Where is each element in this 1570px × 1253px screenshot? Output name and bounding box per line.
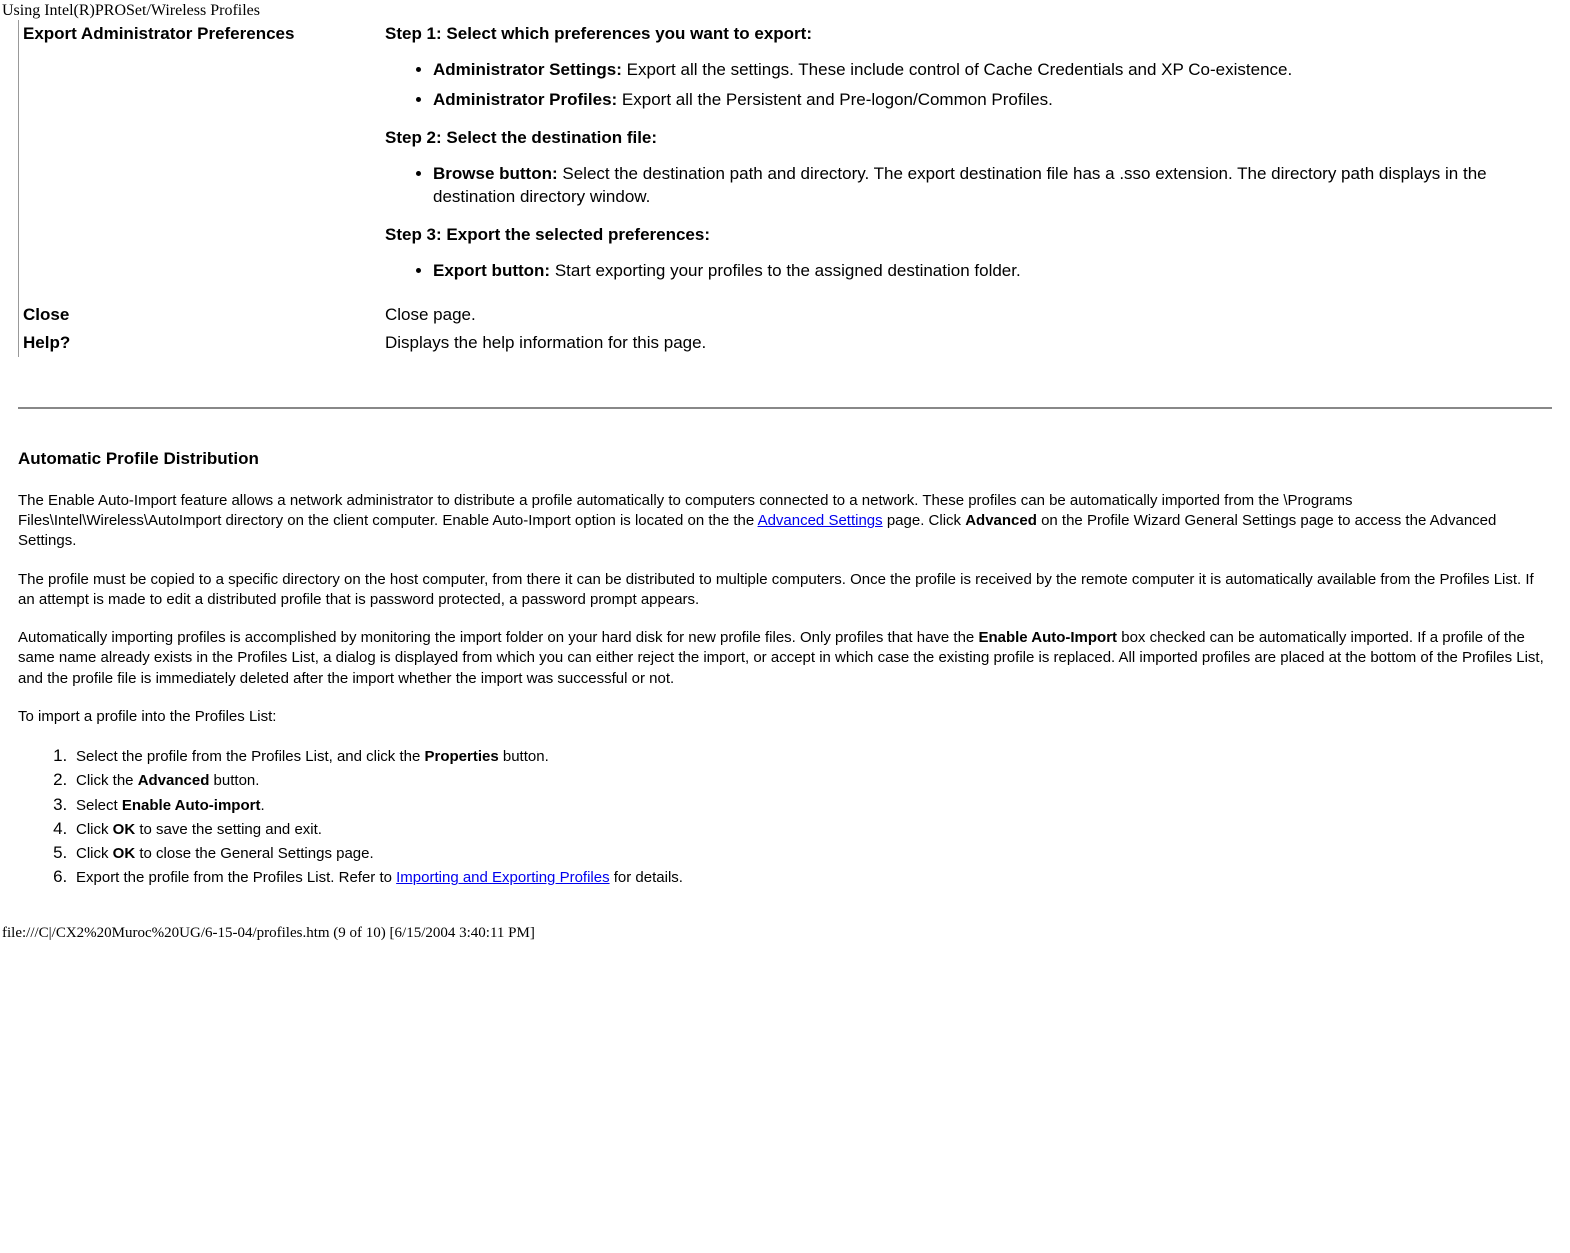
step-bold: Properties [425, 748, 499, 765]
step-text: for details. [610, 869, 683, 886]
content: Export Administrator Preferences Step 1:… [0, 20, 1570, 911]
step-text: Select the profile from the Profiles Lis… [76, 748, 425, 765]
bullet-text: Select the destination path and director… [433, 164, 1487, 207]
step-text: Click [76, 845, 113, 862]
step-bold: Advanced [138, 772, 210, 789]
step-text: Select [76, 797, 122, 814]
step-bold: OK [113, 845, 136, 862]
step3-title: Step 3: Export the selected preferences: [385, 225, 1543, 245]
step1-title: Step 1: Select which preferences you wan… [385, 24, 1543, 44]
desc-export-admin-prefs: Step 1: Select which preferences you wan… [381, 20, 1552, 301]
step-bold: Enable Auto-import [122, 797, 261, 814]
list-item: Select Enable Auto-import. [72, 794, 1552, 816]
bullet-text: Export all the settings. These include c… [622, 60, 1292, 79]
step3-bullets: Export button: Start exporting your prof… [385, 259, 1543, 283]
desc-close: Close page. [381, 301, 1552, 329]
bullet-bold: Administrator Settings: [433, 60, 622, 79]
page-header: Using Intel(R)PROSet/Wireless Profiles [0, 0, 1570, 20]
desc-help: Displays the help information for this p… [381, 329, 1552, 357]
list-item: Export the profile from the Profiles Lis… [72, 866, 1552, 888]
step-text: button. [209, 772, 259, 789]
list-item: Browse button: Select the destination pa… [433, 162, 1543, 210]
term-help: Help? [19, 329, 382, 357]
bullet-text: Export all the Persistent and Pre-logon/… [617, 90, 1053, 109]
steps-list: Select the profile from the Profiles Lis… [18, 745, 1552, 889]
list-item: Click OK to save the setting and exit. [72, 818, 1552, 840]
p1-bold: Advanced [965, 512, 1037, 529]
step-text: to save the setting and exit. [135, 821, 322, 838]
bullet-text: Start exporting your profiles to the ass… [550, 261, 1021, 280]
separator [18, 407, 1552, 409]
p1-text-b: page. Click [883, 512, 966, 529]
list-item: Click the Advanced button. [72, 769, 1552, 791]
table-row: Help? Displays the help information for … [19, 329, 1552, 357]
list-item: Click OK to close the General Settings p… [72, 842, 1552, 864]
term-export-admin-prefs: Export Administrator Preferences [19, 20, 382, 301]
page-footer: file:///C|/CX2%20Muroc%20UG/6-15-04/prof… [0, 911, 1570, 942]
term-close: Close [19, 301, 382, 329]
paragraph-2: The profile must be copied to a specific… [18, 570, 1552, 611]
step-text: Click the [76, 772, 138, 789]
table-row: Close Close page. [19, 301, 1552, 329]
step-text: button. [499, 748, 549, 765]
step2-title: Step 2: Select the destination file: [385, 128, 1543, 148]
definitions-table: Export Administrator Preferences Step 1:… [18, 20, 1552, 357]
advanced-settings-link[interactable]: Advanced Settings [758, 512, 883, 529]
bullet-bold: Administrator Profiles: [433, 90, 617, 109]
paragraph-3: Automatically importing profiles is acco… [18, 628, 1552, 689]
p3-text-a: Automatically importing profiles is acco… [18, 629, 978, 646]
list-item: Export button: Start exporting your prof… [433, 259, 1543, 283]
list-item: Administrator Profiles: Export all the P… [433, 88, 1543, 112]
paragraph-4: To import a profile into the Profiles Li… [18, 707, 1552, 727]
bullet-bold: Export button: [433, 261, 550, 280]
importing-exporting-link[interactable]: Importing and Exporting Profiles [396, 869, 609, 886]
paragraph-1: The Enable Auto-Import feature allows a … [18, 491, 1552, 552]
p3-bold: Enable Auto-Import [978, 629, 1117, 646]
list-item: Select the profile from the Profiles Lis… [72, 745, 1552, 767]
step-text: to close the General Settings page. [135, 845, 373, 862]
step-text: Export the profile from the Profiles Lis… [76, 869, 396, 886]
step-text: . [260, 797, 264, 814]
step1-bullets: Administrator Settings: Export all the s… [385, 58, 1543, 112]
bullet-bold: Browse button: [433, 164, 558, 183]
section-title: Automatic Profile Distribution [18, 449, 1552, 469]
step2-bullets: Browse button: Select the destination pa… [385, 162, 1543, 210]
step-text: Click [76, 821, 113, 838]
step-bold: OK [113, 821, 136, 838]
table-row: Export Administrator Preferences Step 1:… [19, 20, 1552, 301]
list-item: Administrator Settings: Export all the s… [433, 58, 1543, 82]
